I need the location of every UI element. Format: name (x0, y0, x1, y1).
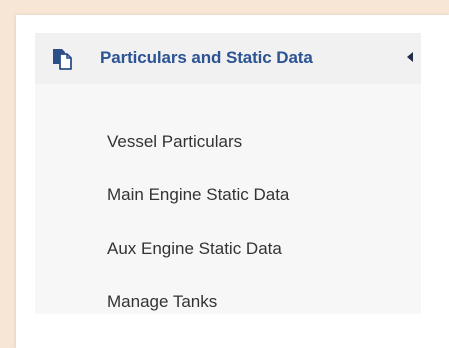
sidebar-item-main-engine-static-data[interactable]: Main Engine Static Data (107, 185, 289, 205)
sidebar-submenu: Vessel Particulars Main Engine Static Da… (35, 84, 421, 314)
sidebar-section-label: Particulars and Static Data (100, 48, 313, 67)
sidebar-item-vessel-particulars[interactable]: Vessel Particulars (107, 132, 242, 152)
document-copy-icon (52, 48, 74, 70)
sidebar-section-particulars[interactable]: Particulars and Static Data (35, 33, 421, 84)
sidebar-item-manage-tanks[interactable]: Manage Tanks (107, 292, 217, 312)
sidebar-item-aux-engine-static-data[interactable]: Aux Engine Static Data (107, 239, 282, 259)
caret-left-icon[interactable] (407, 52, 413, 62)
sidebar-menu: Particulars and Static Data Vessel Parti… (35, 33, 421, 314)
